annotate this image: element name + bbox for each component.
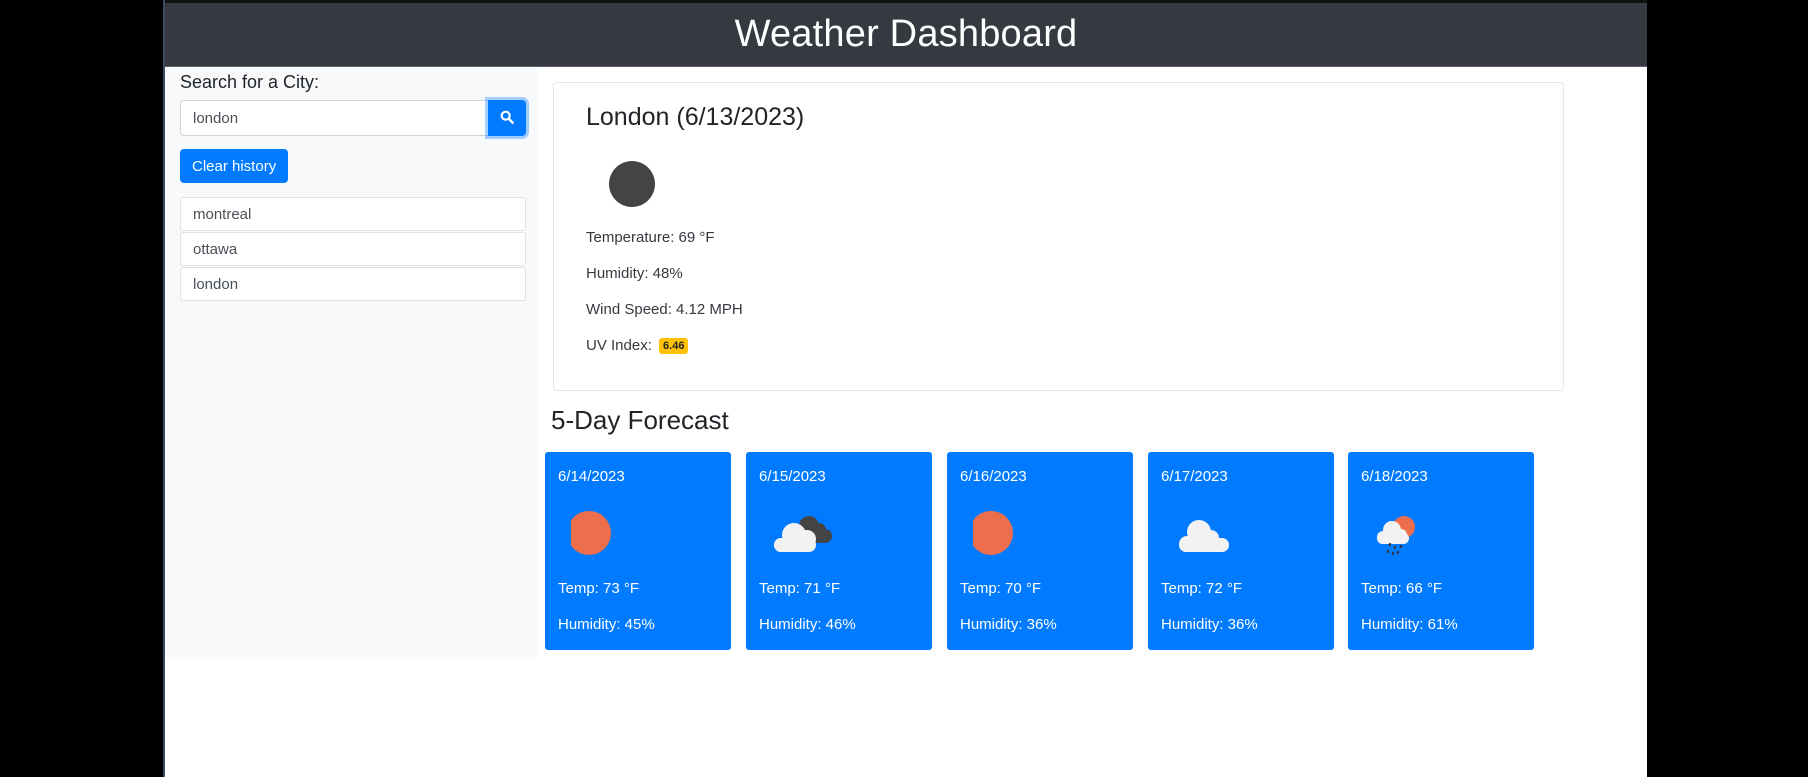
- forecast-date: 6/14/2023: [558, 468, 625, 485]
- forecast-card: 6/17/2023 Temp: 72 °F Humidity: 36%: [1148, 452, 1334, 650]
- history-item-montreal[interactable]: montreal: [180, 197, 526, 231]
- page: Weather Dashboard Search for a City: Cle…: [163, 0, 1647, 777]
- forecast-temp: Temp: 71 °F: [759, 580, 841, 597]
- sun-icon: [969, 508, 1043, 558]
- forecast-date: 6/15/2023: [759, 468, 826, 485]
- uv-index-badge: 6.46: [659, 338, 689, 354]
- forecast-date: 6/17/2023: [1161, 468, 1228, 485]
- search-button[interactable]: [488, 100, 526, 136]
- forecast-temp: Temp: 70 °F: [960, 580, 1042, 597]
- cloud-icon: [1174, 508, 1244, 558]
- forecast-humidity: Humidity: 61%: [1361, 616, 1458, 633]
- sidebar: Search for a City: Clear history montrea…: [165, 67, 537, 657]
- forecast-temp: Temp: 73 °F: [558, 580, 640, 597]
- forecast-date: 6/16/2023: [960, 468, 1027, 485]
- search-group: [180, 100, 526, 136]
- forecast-card: 6/15/2023 Temp: 71 °F Humidity: 46%: [746, 452, 932, 650]
- forecast-temp: Temp: 72 °F: [1161, 580, 1243, 597]
- current-humidity: Humidity: 48%: [586, 265, 683, 282]
- forecast-title: 5-Day Forecast: [551, 405, 729, 435]
- forecast-temp: Temp: 66 °F: [1361, 580, 1443, 597]
- page-title: Weather Dashboard: [734, 13, 1078, 55]
- forecast-humidity: Humidity: 36%: [960, 616, 1057, 633]
- clouds-icon: [772, 508, 842, 558]
- header: Weather Dashboard: [165, 3, 1647, 67]
- night-dark-circle-icon: [609, 161, 655, 207]
- search-label: Search for a City:: [180, 72, 320, 92]
- forecast-card: 6/16/2023 Temp: 70 °F Humidity: 36%: [947, 452, 1133, 650]
- history-item-london[interactable]: london: [180, 267, 526, 301]
- forecast-card: 6/14/2023 Temp: 73 °F Humidity: 45%: [545, 452, 731, 650]
- forecast-date: 6/18/2023: [1361, 468, 1428, 485]
- clear-history-button[interactable]: Clear history: [180, 149, 289, 183]
- current-weather-card: London (6/13/2023) Temperature: 69 °F Hu…: [553, 82, 1564, 391]
- forecast-humidity: Humidity: 36%: [1161, 616, 1258, 633]
- current-temperature: Temperature: 69 °F: [586, 229, 715, 246]
- current-uv-index: UV Index: 6.46: [586, 337, 689, 354]
- sun-icon: [567, 508, 641, 558]
- forecast-card: 6/18/2023 Temp: 66 °F Humidity: 61%: [1348, 452, 1534, 650]
- current-wind-speed: Wind Speed: 4.12 MPH: [586, 301, 743, 318]
- forecast-humidity: Humidity: 45%: [558, 616, 655, 633]
- current-city-title: London (6/13/2023): [586, 103, 805, 131]
- city-search-input[interactable]: [180, 100, 488, 136]
- forecast-humidity: Humidity: 46%: [759, 616, 856, 633]
- history-item-ottawa[interactable]: ottawa: [180, 232, 526, 266]
- search-history-list: montreal ottawa london: [180, 197, 526, 302]
- search-icon: [500, 110, 514, 127]
- rain-sun-icon: [1374, 508, 1444, 558]
- uv-index-label: UV Index:: [586, 337, 652, 354]
